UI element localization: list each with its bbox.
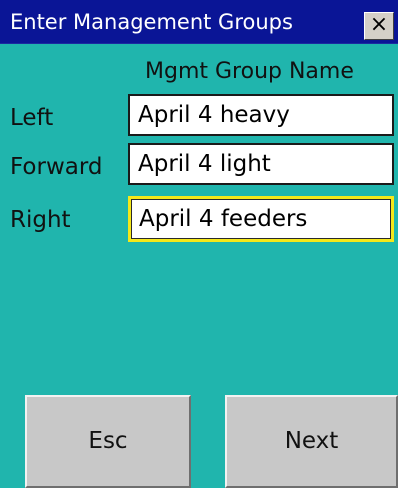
row-label-left: Left bbox=[10, 105, 54, 131]
right-group-field[interactable] bbox=[128, 196, 394, 242]
left-group-field[interactable] bbox=[128, 94, 394, 136]
close-button[interactable]: × bbox=[364, 12, 394, 40]
column-header: Mgmt Group Name bbox=[145, 59, 354, 84]
window-title: Enter Management Groups bbox=[10, 10, 293, 34]
close-icon: × bbox=[369, 12, 389, 37]
management-groups-window: Enter Management Groups × Mgmt Group Nam… bbox=[0, 0, 398, 488]
esc-button[interactable]: Esc bbox=[25, 395, 191, 488]
next-button[interactable]: Next bbox=[225, 395, 398, 488]
title-bar: Enter Management Groups × bbox=[0, 0, 398, 44]
forward-group-field[interactable] bbox=[128, 143, 394, 185]
row-label-forward: Forward bbox=[10, 154, 103, 180]
row-label-right: Right bbox=[10, 207, 71, 233]
